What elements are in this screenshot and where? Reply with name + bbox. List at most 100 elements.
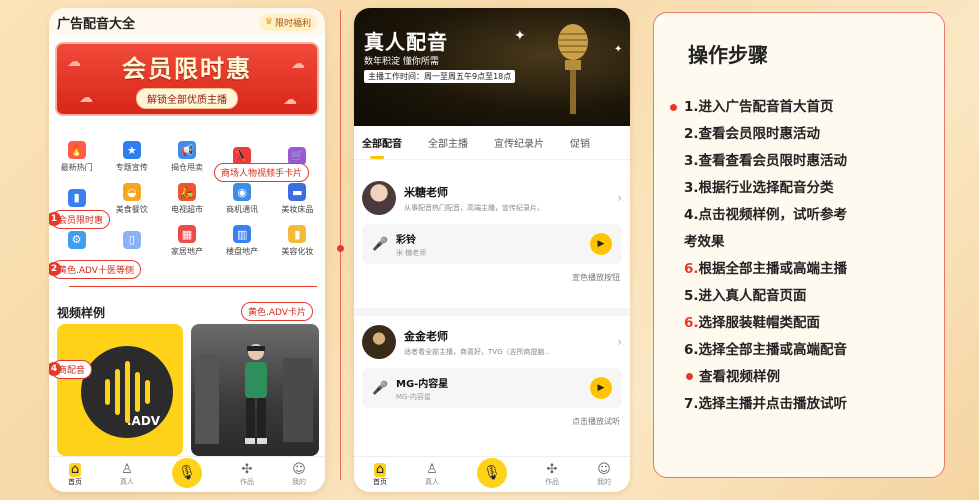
steps-title: 操作步骤 <box>688 43 768 67</box>
tab-works[interactable]: ✣ 作品 <box>545 462 559 487</box>
chevron-right-icon[interactable]: › <box>617 191 622 205</box>
category-label: 最新热门 <box>60 163 93 172</box>
category-item[interactable]: ▯ <box>104 220 159 262</box>
host-card[interactable]: 米糖老师 从事配音热门配音，高端主播，宣传纪录片。 › 🎤 彩铃 米·糖老师 ▶… <box>354 178 630 283</box>
step-number: 6. <box>684 315 699 331</box>
limited-benefit-button[interactable]: ♛ 限时福利 <box>258 13 317 31</box>
tab-all-dubbing[interactable]: 全部配音 <box>358 135 416 159</box>
annotation-line <box>69 286 317 287</box>
scooter-icon: 🛵 <box>177 183 196 201</box>
category-label: 商机通讯 <box>226 205 259 214</box>
cloud-icon: ☁ <box>79 90 93 106</box>
sample-title: 彩铃 <box>396 234 416 246</box>
step-number: 5. <box>684 288 699 304</box>
tab-mic[interactable]: 🎙 <box>477 457 507 488</box>
category-grid: 🔥 最新热门 ★ 专题宣传 📢 揭仓甩卖 👠 🛒 ▮ ◒ 美食餐饮 🛵 电视超市 ◉ 商机通讯 ▬ 美妆床品 ⚙ ▯… <box>49 136 325 262</box>
bottom-tab-bar: ⌂ 首页 ♙ 真人 🎙 ✣ 作品 ☺ 我的 <box>354 456 630 492</box>
category-label: 美妆床品 <box>281 205 314 214</box>
microphone-icon <box>558 24 588 114</box>
audio-sample[interactable]: 🎤 彩铃 米·糖老师 ▶ <box>362 224 622 264</box>
tab-home[interactable]: ⌂ 首页 <box>68 461 82 487</box>
mic-icon: 🎤 <box>372 380 389 396</box>
callout-mall-video-card: 商场人物视频手卡片 <box>214 163 310 182</box>
video-thumbnail-clothing-store[interactable] <box>191 324 319 456</box>
chevron-right-icon[interactable]: › <box>617 335 622 349</box>
tab-real-person[interactable]: ♙ 真人 <box>425 461 439 487</box>
red-dot-icon <box>686 373 693 380</box>
app-screen-home: 广告配音大全 ♛ 限时福利 ☁ ☁ ☁ ☁ 会员限时惠 解锁全部优质主播 🔥 最新… <box>49 8 325 492</box>
host-name: 米糖老师 <box>404 185 448 199</box>
category-item[interactable]: ▮ 美容化妆 <box>270 220 325 262</box>
smile-icon: ☺ <box>292 461 306 477</box>
tab-documentary[interactable]: 宣传纪录片 <box>482 135 558 150</box>
host-card[interactable]: 金金老师 适者看全部主播，商喜好，TVG（吉所商提脑.. › 🎤 MG-内容星 … <box>354 322 630 427</box>
category-item[interactable]: 🛵 电视超市 <box>159 178 214 220</box>
mic-icon: 🎤 <box>372 236 389 252</box>
tab-promotion[interactable]: 促销 <box>558 135 604 150</box>
grid-icon: ✣ <box>241 461 253 477</box>
step-item: 6.选择全部主播或高端配音 <box>684 337 922 364</box>
step-item: 查看视频样例 <box>684 364 922 391</box>
tower-icon: ▥ <box>233 225 252 243</box>
shopping-cart-icon: 🛒 <box>288 146 307 165</box>
audio-sample[interactable]: 🎤 MG-内容星 MG-内容星 ▶ <box>362 368 622 408</box>
working-hours: 主播工作时间：周一至周五午9点至18点 <box>364 70 516 83</box>
bottle-icon: ▮ <box>288 225 307 243</box>
video-thumbnail-adv[interactable]: .ADV <box>57 324 183 456</box>
step-item: 4.点击视频样例，试听参考 <box>684 202 922 229</box>
banner-subtitle: 数年积淀 懂你所需 <box>364 57 439 67</box>
category-item[interactable]: 📢 揭仓甩卖 <box>159 136 214 178</box>
high-heel-icon: 👠 <box>233 146 252 165</box>
sample-subtitle: 米·糖老师 <box>396 248 427 257</box>
category-item[interactable]: ◉ 商机通讯 <box>215 178 270 220</box>
home-header: 广告配音大全 ♛ 限时福利 <box>49 8 325 36</box>
sample-subtitle: MG-内容星 <box>396 392 431 401</box>
category-item[interactable]: ★ 专题宣传 <box>104 136 159 178</box>
category-item[interactable]: ◒ 美食餐饮 <box>104 178 159 220</box>
sparkle-icon: ✦ <box>614 44 623 55</box>
step-number: 3. <box>684 180 699 196</box>
category-item[interactable]: ▦ 家居地产 <box>159 220 214 262</box>
tab-mine[interactable]: ☺ 我的 <box>597 462 611 487</box>
cloud-icon: ☁ <box>291 56 305 72</box>
step-item: 7.选择主播并点击播放试听 <box>684 391 922 418</box>
tab-mine[interactable]: ☺ 我的 <box>292 461 306 487</box>
step-text: 选择主播并点击播放试听 <box>698 396 848 412</box>
step-item: 6.选择服装鞋帽类配面 <box>684 310 922 337</box>
tab-mic[interactable]: 🎙 <box>172 457 202 488</box>
step-text: 根据行业选择配音分类 <box>698 180 834 196</box>
step-number: 1. <box>684 99 699 115</box>
bed-icon: ▬ <box>288 183 307 201</box>
member-promo-banner[interactable]: ☁ ☁ ☁ ☁ 会员限时惠 解锁全部优质主播 <box>55 42 319 116</box>
person-icon: ♙ <box>121 461 133 477</box>
step-text: 查看会员限时惠活动 <box>698 126 821 142</box>
unlock-hosts-button[interactable]: 解锁全部优质主播 <box>136 88 238 109</box>
tab-home[interactable]: ⌂ 首页 <box>373 462 387 487</box>
step-item: 考效果 <box>684 229 922 256</box>
category-item[interactable]: 🔥 最新热门 <box>49 136 104 178</box>
play-button[interactable]: ▶ <box>590 233 612 255</box>
fire-icon: 🔥 <box>67 141 86 159</box>
limited-benefit-label: 限时福利 <box>274 18 311 29</box>
category-label: 专题宣传 <box>115 163 148 172</box>
model-figure-icon <box>245 344 267 444</box>
fridge-icon: ▯ <box>122 230 141 249</box>
home-icon: ⌂ <box>68 461 82 477</box>
star-badge-icon: ★ <box>122 141 141 159</box>
bullet-dot <box>670 104 677 111</box>
category-item[interactable]: ▥ 楼盘地产 <box>215 220 270 262</box>
mic-icon: 🎙 <box>477 457 507 488</box>
play-button[interactable]: ▶ <box>590 377 612 399</box>
clothing-rack <box>195 354 219 444</box>
person-icon: ♙ <box>426 461 438 477</box>
tab-real-person[interactable]: ♙ 真人 <box>120 461 134 487</box>
category-item[interactable]: ▬ 美妆床品 <box>270 178 325 220</box>
crown-icon: ♛ <box>264 17 273 27</box>
host-name: 金金老师 <box>404 329 448 343</box>
page-title: 广告配音大全 <box>57 16 136 32</box>
steps-panel: 操作步骤 1.进入广告配音首大首页 2.查看会员限时惠活动 3.查看查看会员限时惠活… <box>653 12 945 478</box>
banner-title: 会员限时惠 <box>122 55 252 83</box>
tab-all-hosts[interactable]: 全部主播 <box>416 135 482 150</box>
tab-works[interactable]: ✣ 作品 <box>240 461 254 487</box>
category-label: 电视超市 <box>170 205 203 214</box>
